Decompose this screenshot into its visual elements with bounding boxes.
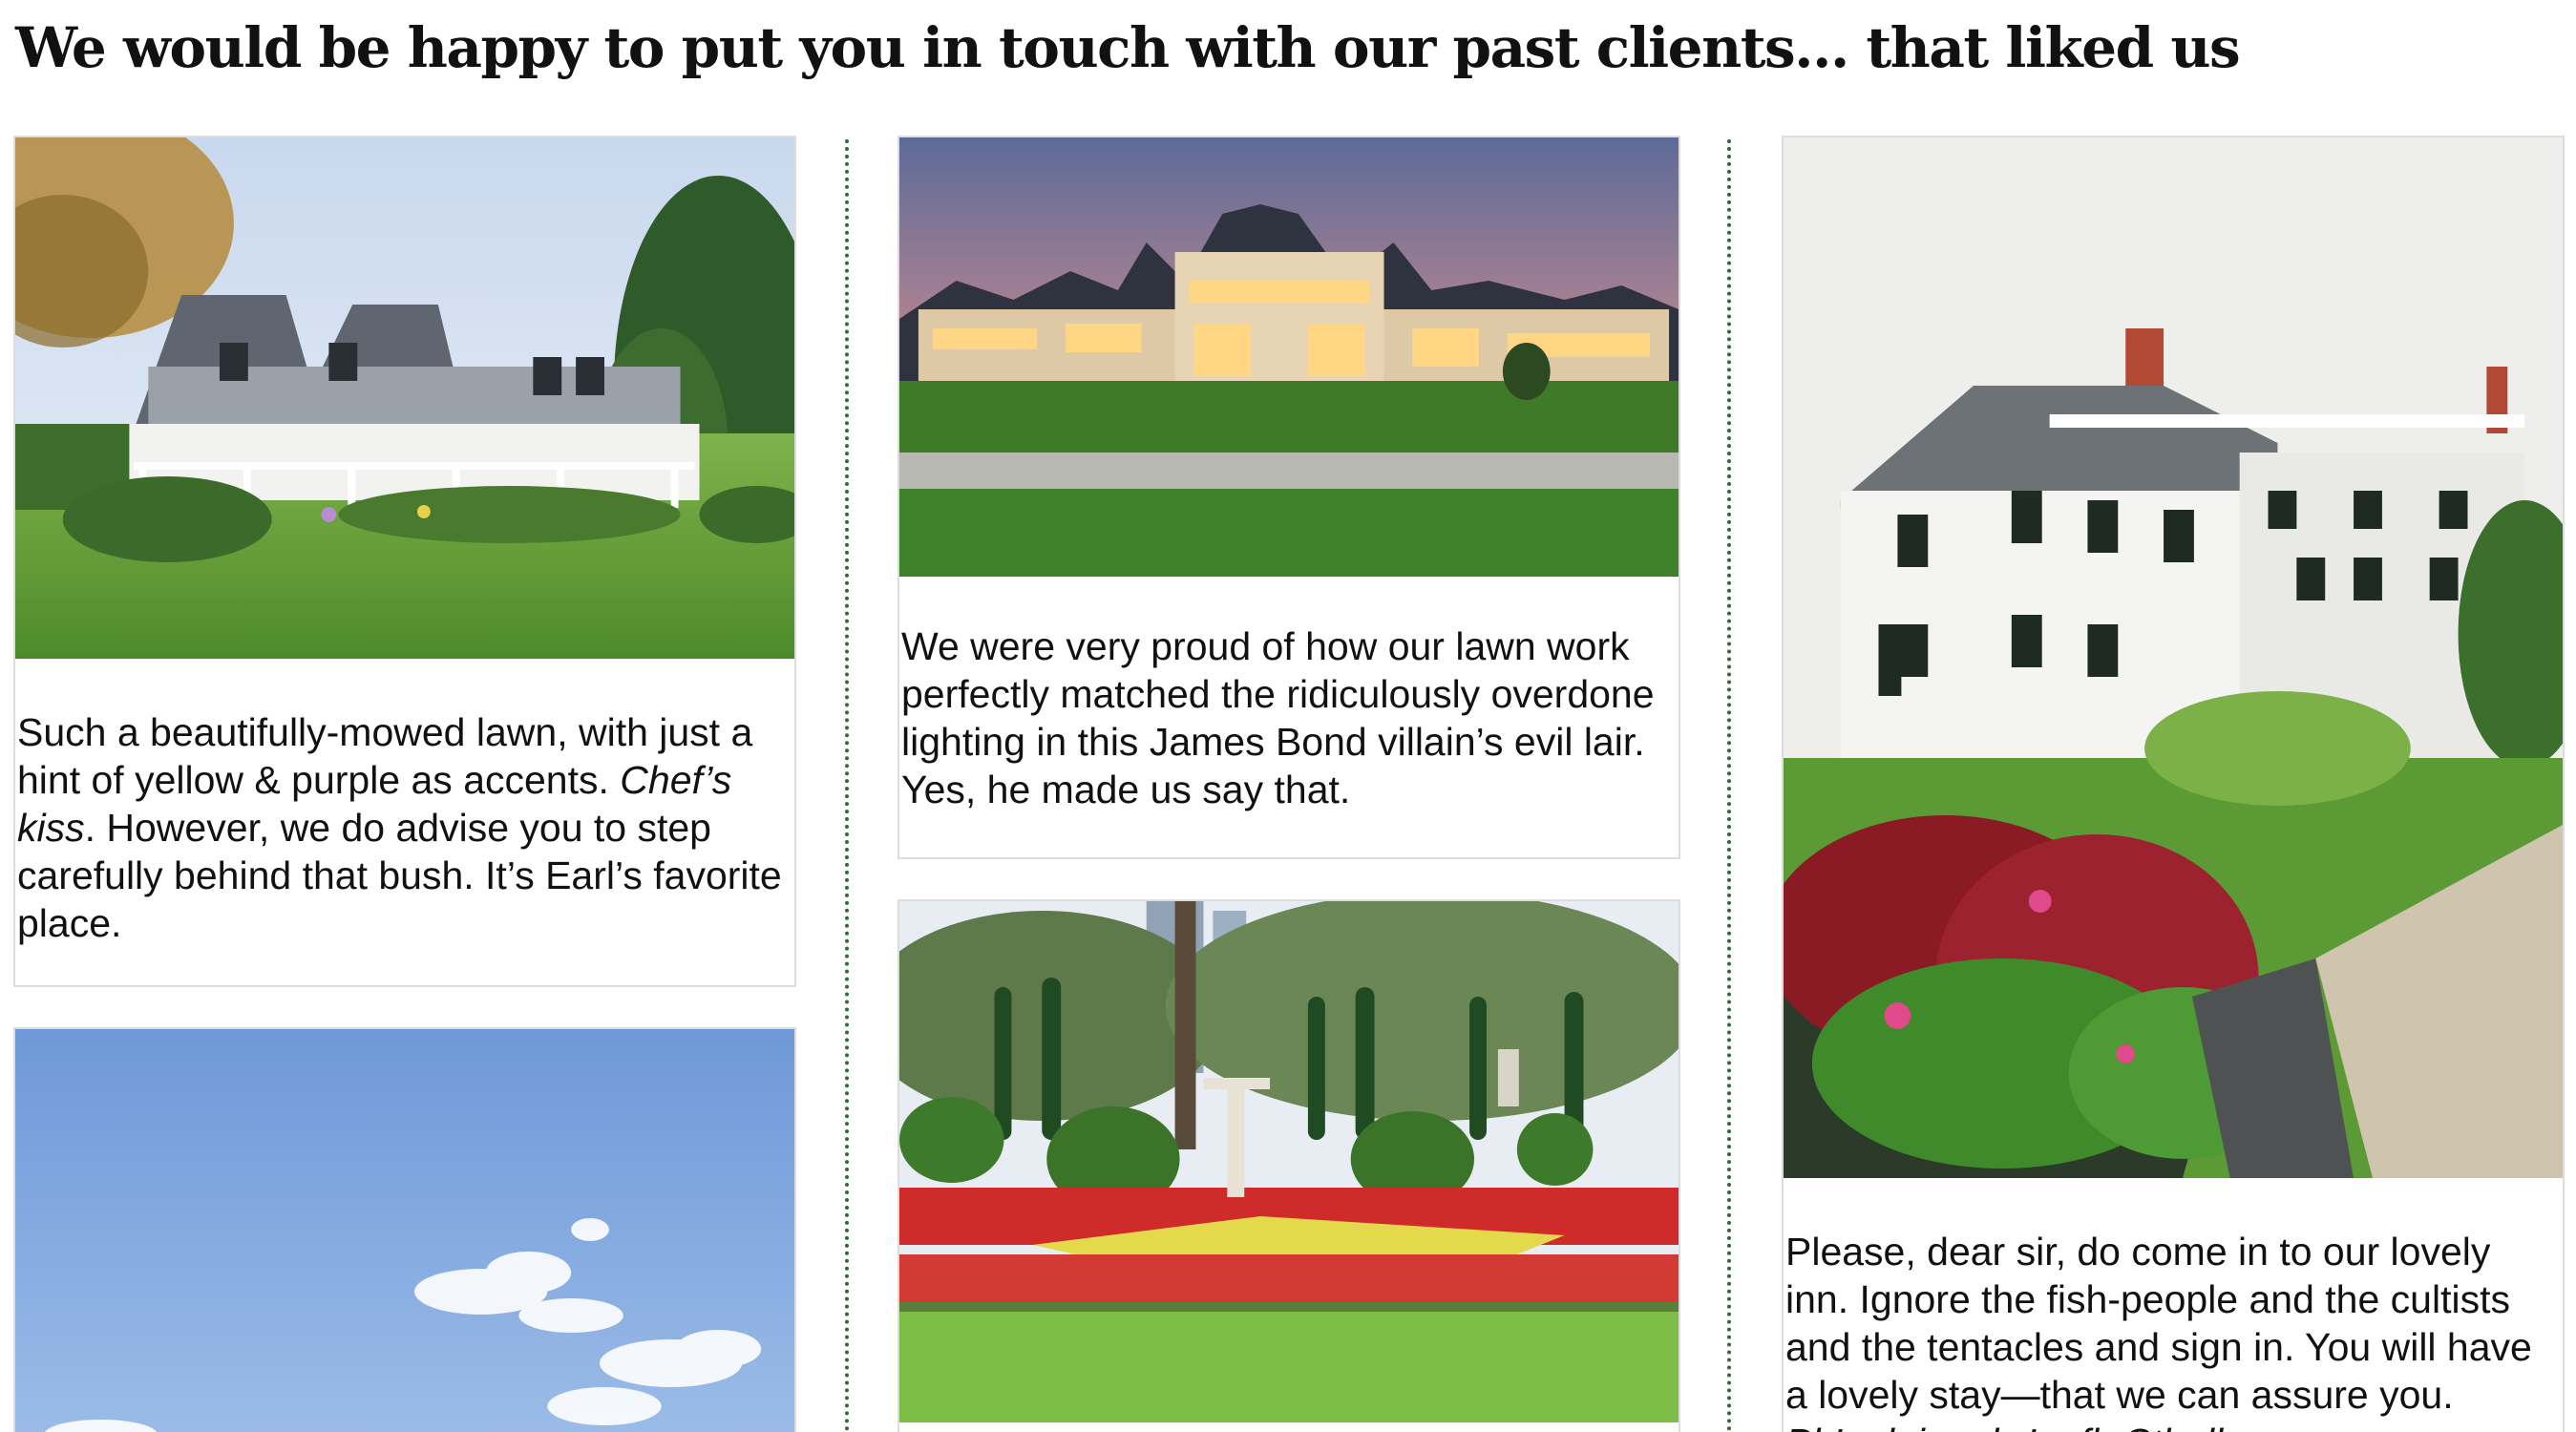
testimonial-card-colonial-inn: Please, dear sir, do come in to our love… xyxy=(1782,136,2565,1432)
white-colonial-inn-photo xyxy=(1784,137,2563,1178)
testimonial-card-blue-sky xyxy=(13,1027,796,1432)
lit-mansion-dusk-photo xyxy=(899,137,1679,577)
formal-flower-garden-photo xyxy=(899,901,1679,1422)
testimonial-card-lit-mansion: We were very proud of how our lawn work … xyxy=(897,136,1680,859)
testimonial-card-cape-house: Such a beautifully-mowed lawn, with just… xyxy=(13,136,796,987)
testimonial-caption-lit-mansion: We were very proud of how our lawn work … xyxy=(901,624,1655,811)
testimonial-caption-colonial-inn: Please, dear sir, do come in to our love… xyxy=(1785,1230,2532,1432)
cape-cod-house-photo xyxy=(15,137,794,659)
testimonial-caption-cape-house: Such a beautifully-mowed lawn, with just… xyxy=(17,710,782,945)
testimonials-page: We would be happy to put you in touch wi… xyxy=(0,0,2576,1432)
page-headline: We would be happy to put you in touch wi… xyxy=(15,15,2241,80)
testimonial-card-flower-garden xyxy=(897,899,1680,1432)
column-divider-left xyxy=(845,139,849,1432)
blue-sky-photo xyxy=(15,1029,794,1432)
column-divider-right xyxy=(1727,139,1731,1432)
